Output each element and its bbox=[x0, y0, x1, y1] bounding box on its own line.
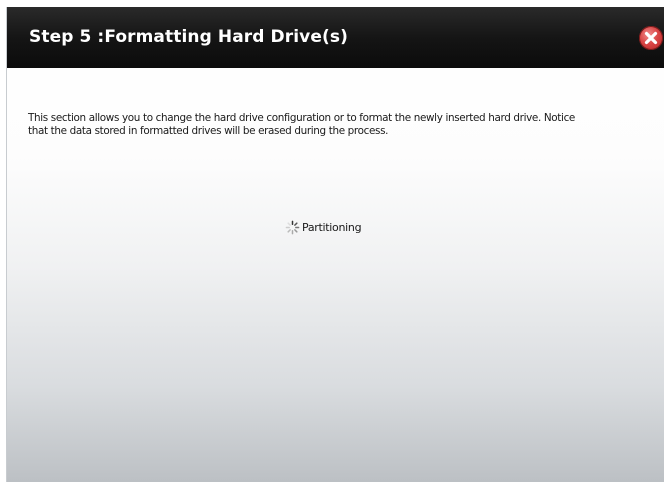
progress-status: Partitioning bbox=[285, 220, 362, 235]
close-button[interactable] bbox=[639, 26, 663, 50]
dialog-description: This section allows you to change the ha… bbox=[28, 112, 658, 138]
format-dialog: Step 5 :Formatting Hard Drive(s) This se… bbox=[6, 7, 664, 482]
status-text: Partitioning bbox=[302, 221, 362, 234]
description-line-1: This section allows you to change the ha… bbox=[28, 112, 575, 124]
loading-spinner-icon bbox=[285, 220, 300, 235]
dialog-title: Step 5 :Formatting Hard Drive(s) bbox=[29, 27, 348, 47]
dialog-titlebar: Step 5 :Formatting Hard Drive(s) bbox=[7, 7, 664, 68]
close-icon bbox=[644, 31, 658, 45]
description-line-2: that the data stored in formatted drives… bbox=[28, 125, 389, 137]
